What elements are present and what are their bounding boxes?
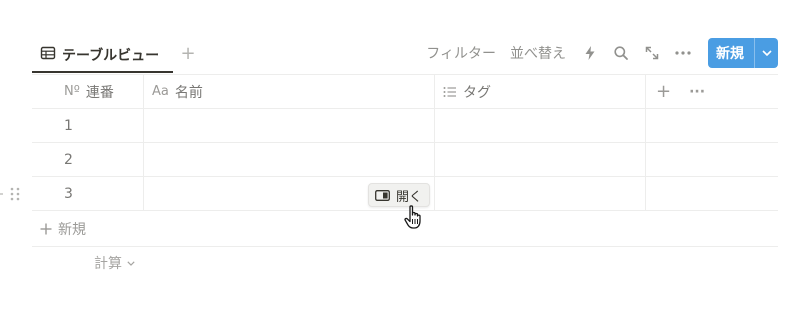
column-more-button[interactable]: ···	[689, 84, 705, 100]
search-icon[interactable]	[611, 43, 631, 63]
number-icon: Nº	[64, 84, 80, 99]
row-number: 3	[64, 185, 73, 202]
table-row[interactable]: 1	[32, 109, 778, 143]
sort-button[interactable]: 並べ替え	[510, 43, 566, 63]
number-cell[interactable]: 3	[32, 177, 144, 210]
plus-icon	[40, 220, 52, 239]
view-bar: テーブルビュー + フィルター 並べ替え 新規	[32, 36, 778, 74]
side-peek-icon	[375, 186, 390, 205]
automation-lightning-icon[interactable]	[580, 43, 600, 63]
tab-underline	[32, 71, 173, 73]
tab-table-view[interactable]: テーブルビュー	[32, 36, 173, 73]
more-icon[interactable]	[673, 43, 693, 63]
number-cell[interactable]: 2	[32, 143, 144, 176]
filter-button[interactable]: フィルター	[426, 43, 496, 63]
row-number: 2	[64, 151, 73, 168]
column-header-label: 連番	[85, 84, 114, 101]
table-row[interactable]: 2	[32, 143, 778, 177]
row-handle[interactable]	[0, 177, 22, 211]
expand-icon[interactable]	[642, 43, 662, 63]
add-column-button[interactable]: +	[656, 81, 671, 102]
row-number: 1	[64, 117, 73, 134]
new-button-label[interactable]: 新規	[708, 38, 754, 68]
name-cell[interactable]	[144, 109, 435, 142]
chevron-down-icon	[127, 260, 135, 266]
number-cell[interactable]: 1	[32, 109, 144, 142]
tags-cell[interactable]	[435, 143, 646, 176]
chevron-down-icon[interactable]	[754, 38, 778, 68]
empty-cell[interactable]	[646, 109, 778, 142]
list-icon	[443, 86, 457, 98]
add-view-button[interactable]: +	[178, 44, 198, 64]
tags-cell[interactable]	[435, 177, 646, 210]
add-row-label: 新規	[58, 222, 86, 238]
add-row-button[interactable]: 新規	[32, 212, 778, 247]
text-type-icon: Aa	[152, 84, 169, 99]
column-header-name[interactable]: Aa 名前	[144, 75, 435, 108]
calculate-label: 計算	[94, 256, 122, 272]
calculate-button[interactable]: 計算	[94, 253, 135, 273]
open-button-label: 開く	[396, 189, 423, 205]
name-cell[interactable]	[144, 143, 435, 176]
column-header-label: タグ	[463, 84, 491, 101]
new-record-button[interactable]: 新規	[708, 38, 778, 68]
column-header-tags[interactable]: タグ	[435, 75, 646, 108]
column-header-actions: + ···	[646, 75, 778, 108]
empty-cell[interactable]	[646, 177, 778, 210]
column-header-number[interactable]: Nº 連番	[32, 75, 144, 108]
toolbar-actions: フィルター 並べ替え 新規	[426, 38, 778, 68]
tab-label: テーブルビュー	[62, 47, 160, 64]
table-header-row: Nº 連番 Aa 名前 タグ + ···	[32, 74, 778, 109]
tags-cell[interactable]	[435, 109, 646, 142]
table-icon	[40, 45, 56, 65]
empty-cell[interactable]	[646, 143, 778, 176]
column-header-label: 名前	[174, 84, 203, 101]
